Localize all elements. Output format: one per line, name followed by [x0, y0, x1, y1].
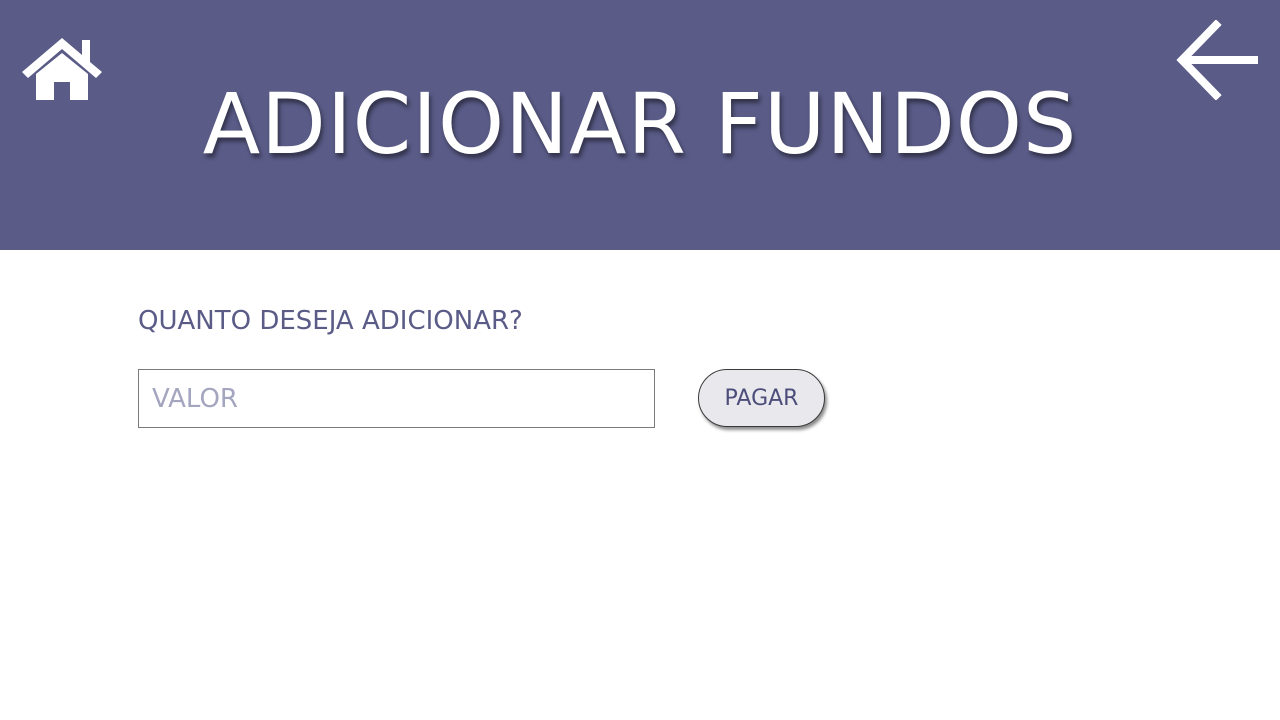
back-button[interactable] [1176, 20, 1260, 100]
page-title: ADICIONAR FUNDOS [202, 75, 1078, 173]
pay-button[interactable]: PAGAR [698, 369, 825, 427]
amount-input[interactable] [138, 369, 655, 428]
header-bar: ADICIONAR FUNDOS [0, 0, 1280, 250]
amount-question-label: QUANTO DESEJA ADICIONAR? [138, 306, 523, 336]
arrow-left-icon [1176, 20, 1258, 100]
